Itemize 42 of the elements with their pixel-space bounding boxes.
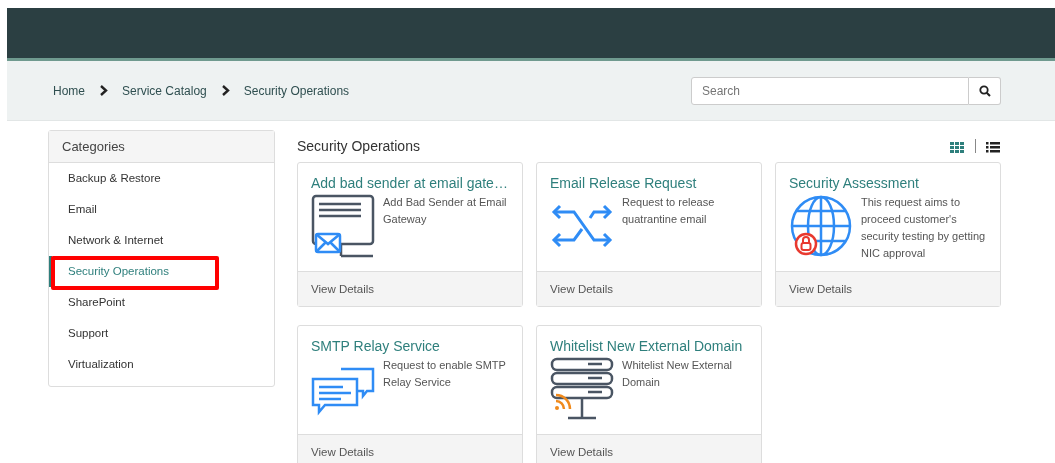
search-button[interactable] — [969, 76, 1001, 105]
catalog-card[interactable]: Whitelist New External Domain Whitelist New External Domain View Details — [536, 325, 762, 463]
view-details-link[interactable]: View Details — [550, 283, 614, 295]
chevron-right-icon — [220, 85, 230, 96]
card-title[interactable]: Add bad sender at email gate… — [311, 175, 509, 191]
card-title[interactable]: Email Release Request — [550, 175, 748, 191]
card-description: Request to release quatrantine email — [622, 195, 716, 227]
card-title[interactable]: SMTP Relay Service — [311, 338, 509, 354]
breadcrumb-link[interactable]: Service Catalog — [122, 83, 207, 98]
breadcrumb-link[interactable]: Security Operations — [243, 83, 350, 98]
section-title: Security Operations — [297, 138, 421, 154]
catalog-card[interactable]: SMTP Relay Service Request to enable SMTP Relay Service View Details — [297, 325, 523, 463]
view-details-link[interactable]: View Details — [789, 283, 853, 295]
card-description: Add Bad Sender at Email Gateway — [383, 195, 508, 227]
server-rss-icon — [550, 357, 614, 421]
breadcrumb-link[interactable]: Home — [53, 83, 85, 98]
card-description: This request aims to proceed customer's security testing by getting NIC approval — [861, 195, 987, 261]
panel-title: Categories — [49, 131, 274, 163]
catalog-card[interactable]: Add bad sender at email gate… Add Bad Sender at Email Gateway View Details — [297, 162, 523, 307]
view-details-link[interactable]: View Details — [550, 446, 614, 458]
category-item[interactable]: SharePoint — [49, 287, 274, 318]
category-item[interactable]: Backup & Restore — [49, 163, 274, 194]
chevron-right-icon — [99, 85, 108, 96]
card-description: Request to enable SMTP Relay Service — [383, 358, 507, 390]
search-field[interactable]: Search — [691, 76, 969, 105]
globe-lock-icon — [789, 194, 853, 258]
view-details-link[interactable]: View Details — [311, 446, 375, 458]
catalog-card[interactable]: Email Release Request Request to release quatrantine email View Details — [536, 162, 762, 307]
monitor-mail-icon — [311, 194, 375, 258]
card-description: Whitelist New External Domain — [622, 358, 734, 390]
grid-view-button[interactable] — [950, 140, 965, 152]
search-icon — [978, 84, 991, 97]
category-item[interactable]: Support — [49, 318, 274, 349]
catalog-card[interactable]: Security Assessment This request aims to proceed customer's security testing by getting NIC approval View Details — [775, 162, 1001, 307]
list-view-button[interactable] — [986, 140, 1001, 152]
view-details-link[interactable]: View Details — [311, 283, 375, 295]
category-item[interactable]: Security Operations — [49, 256, 274, 287]
category-item[interactable]: Virtualization — [49, 349, 274, 380]
category-item[interactable]: Email — [49, 194, 274, 225]
category-item[interactable]: Network & Internet — [49, 225, 274, 256]
card-title[interactable]: Security Assessment — [789, 175, 987, 191]
card-title[interactable]: Whitelist New External Domain — [550, 338, 748, 354]
